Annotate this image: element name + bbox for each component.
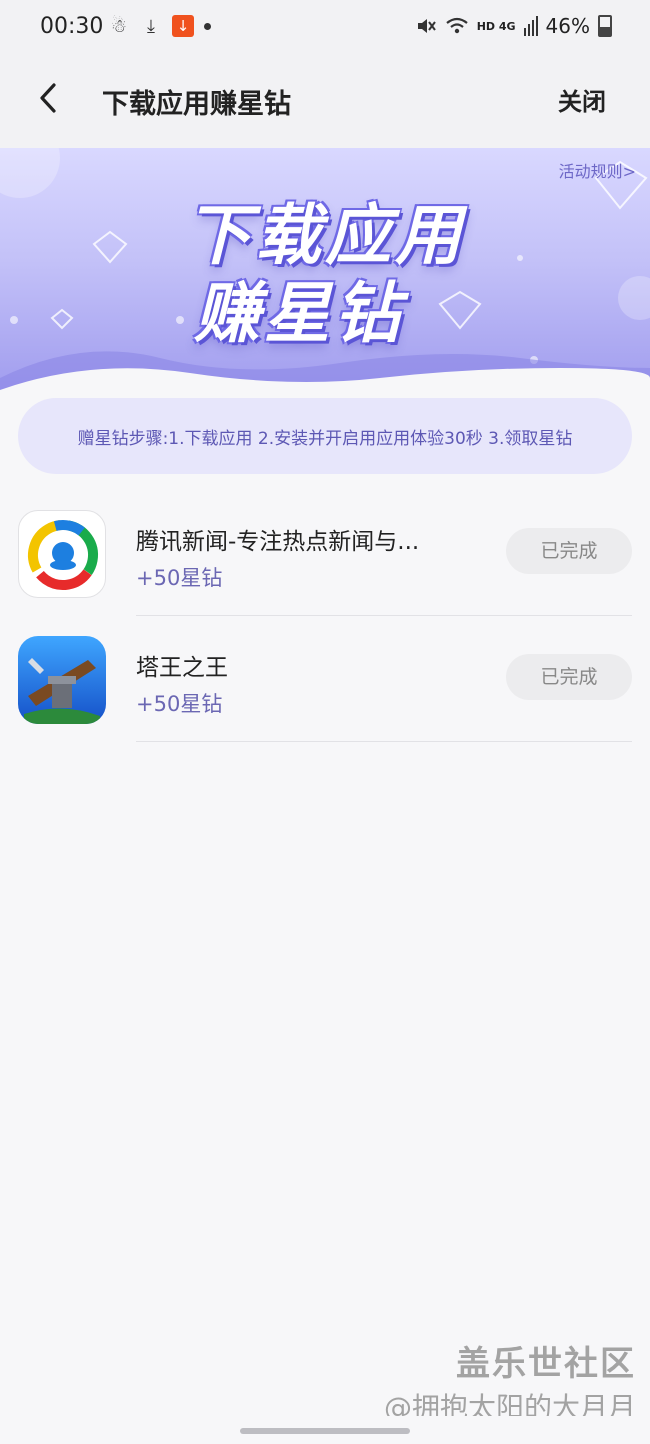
battery-icon [598, 15, 612, 37]
status-time: 00:30 [40, 14, 104, 39]
network-label: HD 4G [476, 19, 516, 33]
tencent-news-icon [18, 510, 106, 598]
signal-icon [523, 16, 538, 36]
notification-app-icon: ☃ [110, 15, 128, 37]
mute-icon [417, 19, 436, 33]
back-button[interactable] [28, 78, 68, 118]
activity-rules-link[interactable]: 活动规则> [559, 158, 636, 182]
close-button[interactable]: 关闭 [558, 82, 606, 117]
app-reward: +50星钻 [136, 566, 223, 590]
watermark-brand: 盖乐世社区 [456, 1344, 636, 1384]
page-title: 下载应用赚星钻 [102, 89, 291, 120]
wifi-icon [446, 17, 468, 34]
completed-button[interactable]: 已完成 [506, 528, 632, 574]
steps-info: 赠星钻步骤:1.下载应用 2.安装并开启用应用体验30秒 3.领取星钻 [18, 398, 632, 474]
system-icons: HD 4G 46% [415, 14, 612, 38]
completed-button[interactable]: 已完成 [506, 654, 632, 700]
list-item[interactable]: 塔王之王 +50星钻 已完成 [0, 616, 650, 742]
app-name: 塔王之王 [136, 655, 228, 681]
status-bar: 00:30 ☃ ⤓ ↓ HD 4G 46% [0, 0, 650, 58]
app-header: 下载应用赚星钻 关闭 [0, 58, 650, 148]
divider [136, 741, 632, 742]
steps-text: 赠星钻步骤:1.下载应用 2.安装并开启用应用体验30秒 3.领取星钻 [77, 428, 573, 449]
promo-banner: 活动规则> 下载应用 赚星钻 [0, 148, 650, 398]
tower-king-icon [18, 636, 106, 724]
download-app-icon: ↓ [172, 15, 194, 37]
app-name: 腾讯新闻-专注热点新闻与... [136, 529, 420, 555]
dot-icon [204, 22, 211, 30]
navigation-bar [0, 1416, 650, 1444]
chevron-left-icon [40, 83, 56, 113]
download-icon: ⤓ [147, 15, 155, 37]
battery-percent: 46% [545, 14, 590, 38]
notification-icons: ☃ ⤓ ↓ [108, 14, 211, 38]
home-indicator[interactable] [240, 1428, 410, 1434]
banner-wave [0, 351, 650, 398]
list-item[interactable]: 腾讯新闻-专注热点新闻与... +50星钻 已完成 [0, 490, 650, 616]
app-reward: +50星钻 [136, 692, 223, 716]
